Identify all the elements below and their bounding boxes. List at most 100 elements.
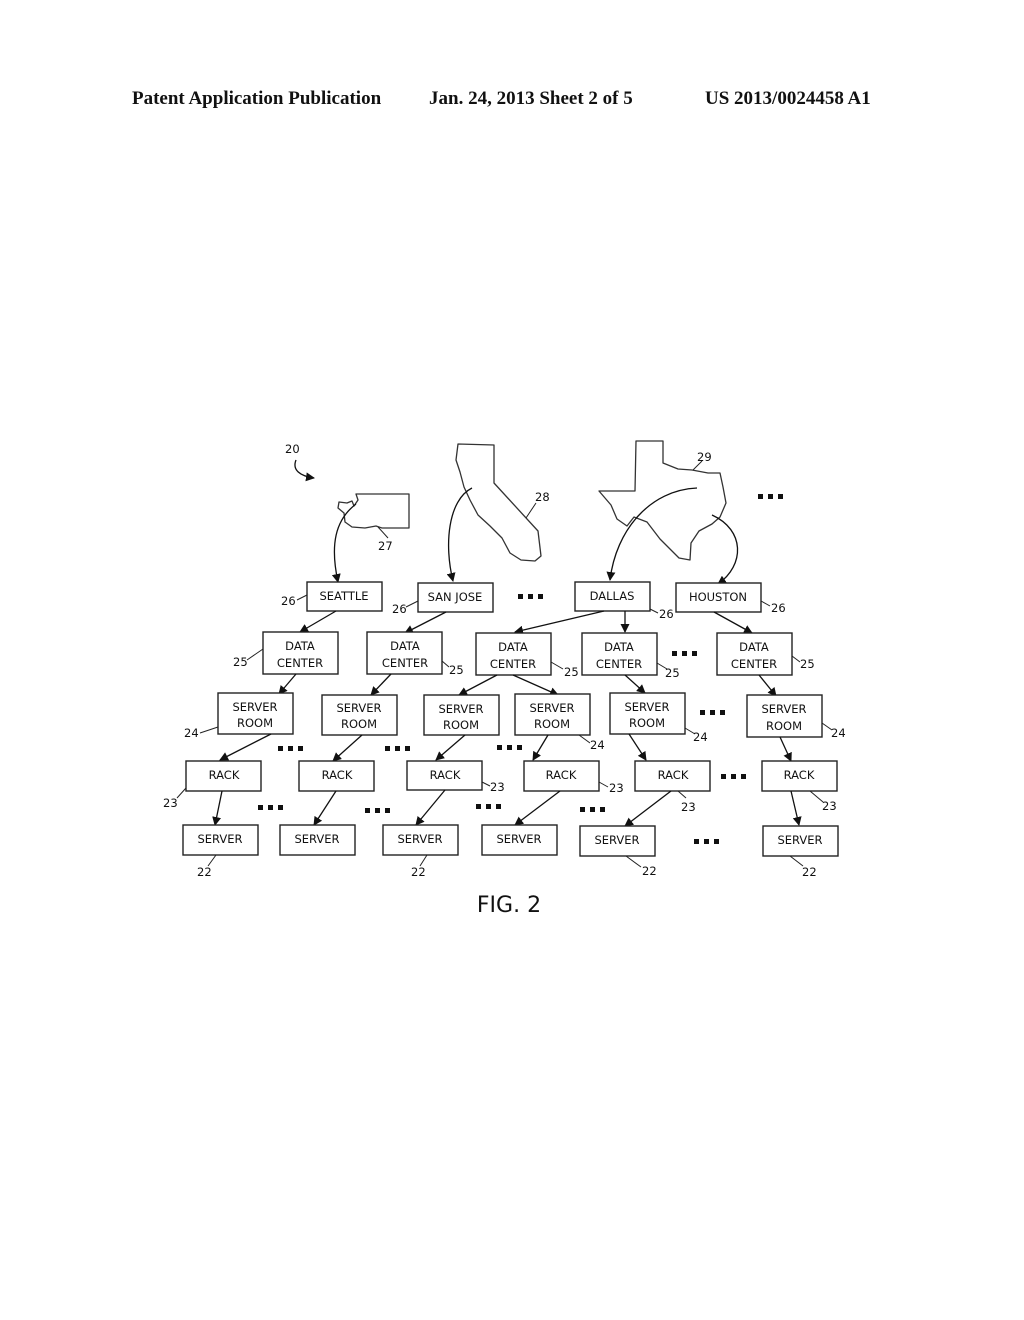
- server-room-label-line1: SERVER: [624, 700, 669, 714]
- server-label: SERVER: [594, 833, 639, 847]
- city-node: SEATTLE 26: [281, 581, 383, 612]
- ref-leader: [550, 661, 564, 670]
- arrow: [758, 674, 777, 697]
- ref-label: 23: [490, 780, 505, 794]
- data-center-node: DATA CENTER 25: [716, 632, 815, 676]
- ref-leader: [199, 726, 219, 734]
- ref-label: 22: [642, 864, 657, 878]
- ref-label: 25: [449, 663, 464, 677]
- ref-label: 23: [163, 796, 178, 810]
- ellipsis-icon: [365, 808, 390, 813]
- arrow: [415, 789, 446, 826]
- rack-label: RACK: [209, 768, 240, 782]
- data-center-label-line2: CENTER: [490, 657, 536, 671]
- arrow: [313, 790, 337, 826]
- rack-label: RACK: [784, 768, 815, 782]
- ref-label: 24: [831, 726, 846, 740]
- server-room-node: SERVER ROOM 24: [514, 693, 605, 752]
- server-room-label-line2: ROOM: [341, 717, 377, 731]
- arrow-california-sanjose: [446, 487, 473, 582]
- rack-label: RACK: [658, 768, 689, 782]
- ref-label: 28: [535, 490, 550, 504]
- server-room-label-line1: SERVER: [232, 700, 277, 714]
- ref-label: 25: [233, 655, 248, 669]
- data-center-node: DATA CENTER 25: [233, 631, 339, 675]
- arrow-texas-dallas: [606, 487, 698, 581]
- city-label: SAN JOSE: [428, 590, 483, 604]
- ref-label: 24: [184, 726, 199, 740]
- ref-label: 26: [281, 594, 296, 608]
- california-state: 28: [455, 443, 550, 562]
- ellipsis-icon: [580, 807, 605, 812]
- rack-label: RACK: [322, 768, 353, 782]
- server-label: SERVER: [197, 832, 242, 846]
- arrow: [212, 790, 223, 826]
- ref-label: 22: [197, 865, 212, 879]
- ref-label: 23: [681, 800, 696, 814]
- ref-leader: [525, 502, 537, 519]
- ellipsis-icon: [476, 804, 501, 809]
- ellipsis-icon: [758, 494, 783, 499]
- washington-state: 27: [337, 493, 410, 553]
- ref-leader: [296, 594, 308, 601]
- rack-node: RACK 23: [163, 760, 262, 810]
- arrow: [370, 673, 392, 696]
- city-node: HOUSTON 26: [675, 582, 786, 615]
- ellipsis-icon: [700, 710, 725, 715]
- rack-node: RACK 23: [761, 760, 838, 813]
- data-center-label-line1: DATA: [739, 640, 769, 654]
- arrow: [790, 790, 802, 826]
- arrow: [624, 790, 672, 827]
- ref-label: 26: [392, 602, 407, 616]
- ref-label: 23: [609, 781, 624, 795]
- server-room-label-line2: ROOM: [766, 719, 802, 733]
- arrow: [779, 736, 792, 762]
- rack-node: RACK: [298, 760, 375, 792]
- server-node: SERVER 22: [382, 824, 459, 879]
- server-room-node: SERVER ROOM 24: [746, 694, 846, 740]
- ref-leader: [481, 781, 491, 787]
- data-center-label-line1: DATA: [285, 639, 315, 653]
- arrow: [404, 611, 447, 634]
- server-label: SERVER: [397, 832, 442, 846]
- data-center-label-line1: DATA: [498, 640, 528, 654]
- server-room-label-line2: ROOM: [443, 718, 479, 732]
- server-node: SERVER 22: [579, 825, 657, 878]
- data-center-node: DATA CENTER 25: [475, 632, 579, 679]
- server-label: SERVER: [496, 832, 541, 846]
- california-outline: [455, 443, 542, 562]
- ref-label: 24: [590, 738, 605, 752]
- city-node: SAN JOSE 26: [392, 582, 494, 616]
- arrow: [624, 674, 646, 694]
- ref-label: 24: [693, 730, 708, 744]
- arrow: [435, 734, 466, 761]
- rack-label: RACK: [430, 768, 461, 782]
- data-center-label-line2: CENTER: [277, 656, 323, 670]
- reference-arrow: [294, 459, 315, 482]
- arrow: [458, 674, 498, 696]
- ref-label: 22: [411, 865, 426, 879]
- rack-label: RACK: [546, 768, 577, 782]
- data-center-label-line2: CENTER: [731, 657, 777, 671]
- ellipsis-icon: [672, 651, 697, 656]
- server-room-label-line2: ROOM: [629, 716, 665, 730]
- system-reference: 20: [285, 442, 315, 482]
- arrow: [512, 674, 559, 696]
- arrow: [278, 673, 297, 695]
- ref-label: 25: [564, 665, 579, 679]
- texas-state: 29: [598, 440, 727, 561]
- ref-label: 27: [378, 539, 393, 553]
- server-room-label-line1: SERVER: [529, 701, 574, 715]
- figure-label: FIG. 2: [477, 893, 541, 918]
- ref-leader: [677, 790, 687, 799]
- ref-leader: [176, 787, 187, 799]
- city-label: DALLAS: [590, 589, 635, 603]
- data-center-label-line2: CENTER: [596, 657, 642, 671]
- ref-leader: [791, 655, 801, 663]
- city-node: DALLAS 26: [574, 581, 674, 621]
- arrow: [628, 733, 647, 761]
- ellipsis-icon: [258, 805, 283, 810]
- arrow: [514, 610, 605, 635]
- arrow: [219, 733, 272, 761]
- ref-leader: [405, 600, 419, 608]
